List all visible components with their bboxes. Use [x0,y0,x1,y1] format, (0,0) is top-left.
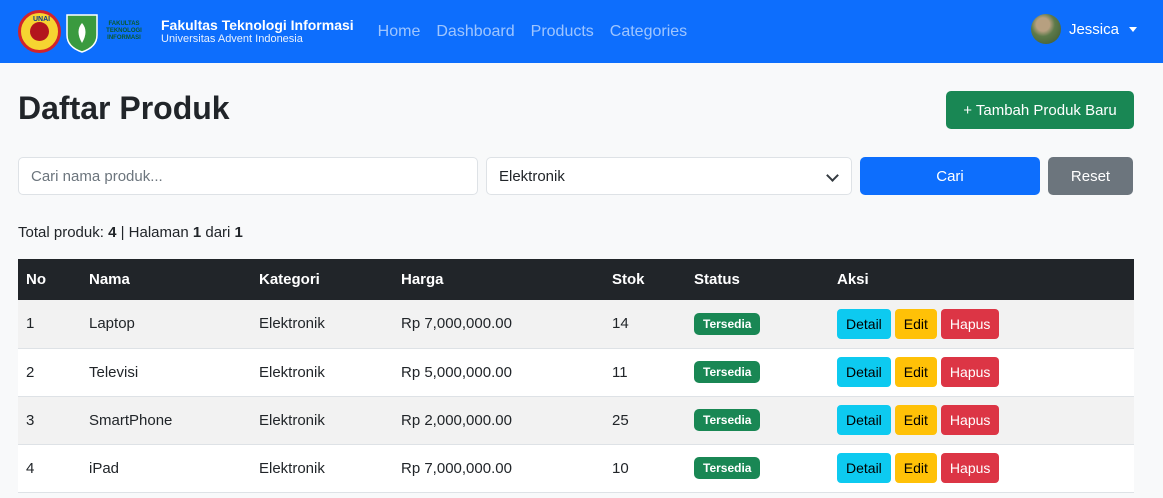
page-title: Daftar Produk [18,90,230,126]
logo1-text: UNAI [33,16,51,23]
chevron-down-icon [826,169,839,182]
cell-status: Tersedia [686,444,829,493]
delete-button[interactable]: Hapus [940,357,1000,387]
cell-stok: 11 [604,348,686,397]
fti-logo-text: FAKULTAS TEKNOLOGI INFORMASI [102,11,146,53]
category-select[interactable]: Elektronik [486,157,852,195]
cell-nama: Laptop [81,300,251,349]
cell-no: 4 [18,444,81,493]
user-name: Jessica [1068,20,1119,38]
fti-logo-line: INFORMASI [107,35,141,41]
header-stok: Stok [604,259,686,300]
cell-harga: Rp 5,000,000.00 [393,348,604,397]
cell-stok: 10 [604,444,686,493]
cell-kategori: Elektronik [251,348,393,397]
status-badge: Tersedia [694,361,761,383]
cell-status: Tersedia [686,300,829,349]
cell-aksi: Detail Edit Hapus [829,348,1134,397]
cell-aksi: Detail Edit Hapus [829,300,1134,349]
reset-button[interactable]: Reset [1048,157,1133,195]
delete-button[interactable]: Hapus [940,453,1000,483]
avatar [1030,14,1061,44]
fti-logo-icon[interactable] [65,11,99,53]
nav-link-products[interactable]: Products [531,23,594,41]
cell-kategori: Elektronik [251,444,393,493]
logo-emblem [30,22,49,41]
unai-logo[interactable]: UNAI [18,10,61,53]
brand-subtitle: Universitas Advent Indonesia [161,33,303,45]
total-count: 4 [108,224,117,241]
header-aksi: Aksi [829,259,1134,300]
fti-logo-line: FAKULTAS [108,21,140,27]
cell-no: 3 [18,396,81,445]
edit-button[interactable]: Edit [894,453,937,483]
add-product-button[interactable]: + Tambah Produk Baru [946,91,1134,129]
delete-button[interactable]: Hapus [940,405,1000,435]
caret-down-icon [1129,26,1137,32]
header-harga: Harga [393,259,604,300]
status-badge: Tersedia [694,409,761,431]
nav-link-dashboard[interactable]: Dashboard [436,23,514,41]
cell-nama: iPad [81,444,251,493]
cell-status: Tersedia [686,396,829,445]
table-row: 3 SmartPhone Elektronik Rp 2,000,000.00 … [18,396,1134,445]
header-status: Status [686,259,829,300]
header-nama: Nama [81,259,251,300]
cell-no: 1 [18,300,81,349]
page-label: | Halaman [120,224,189,241]
table-header: No Nama Kategori Harga Stok Status Aksi [18,259,1134,300]
cell-harga: Rp 7,000,000.00 [393,300,604,349]
cell-harga: Rp 7,000,000.00 [393,444,604,493]
cell-stok: 14 [604,300,686,349]
cell-aksi: Detail Edit Hapus [829,396,1134,445]
navbar: UNAI FAKULTAS TEKNOLOGI INFORMASI Fakult… [0,0,1163,63]
cell-nama: Televisi [81,348,251,397]
search-input[interactable] [18,157,478,195]
table-row: 2 Televisi Elektronik Rp 5,000,000.00 11… [18,348,1134,397]
delete-button[interactable]: Hapus [940,308,1000,339]
cell-kategori: Elektronik [251,300,393,349]
category-selected: Elektronik [499,167,565,185]
summary: Total produk: 4 | Halaman 1 dari 1 [18,224,243,241]
total-label: Total produk: [18,224,104,241]
nav-links: Home Dashboard Products Categories [378,23,703,41]
table-row: 1 Laptop Elektronik Rp 7,000,000.00 14 T… [18,300,1134,349]
nav-link-home[interactable]: Home [378,23,421,41]
detail-button[interactable]: Detail [837,308,891,339]
fti-logo-line: TEKNOLOGI [106,28,142,34]
cell-kategori: Elektronik [251,396,393,445]
edit-button[interactable]: Edit [894,405,937,435]
status-badge: Tersedia [694,457,761,479]
total-pages: 1 [234,224,243,241]
cell-no: 2 [18,348,81,397]
of-label: dari [205,224,231,241]
cell-harga: Rp 2,000,000.00 [393,396,604,445]
detail-button[interactable]: Detail [837,453,891,483]
cell-nama: SmartPhone [81,396,251,445]
cell-aksi: Detail Edit Hapus [829,444,1134,493]
current-page: 1 [192,224,202,241]
cell-status: Tersedia [686,348,829,397]
edit-button[interactable]: Edit [894,357,937,387]
user-menu[interactable]: Jessica [1030,14,1137,44]
table-row: 4 iPad Elektronik Rp 7,000,000.00 10 Ter… [18,444,1134,493]
status-badge: Tersedia [694,312,761,335]
header-kategori: Kategori [251,259,393,300]
cell-stok: 25 [604,396,686,445]
brand-title: Fakultas Teknologi Informasi [161,17,354,33]
header-no: No [18,259,81,300]
detail-button[interactable]: Detail [837,357,891,387]
brand[interactable]: Fakultas Teknologi Informasi Universitas… [161,17,354,46]
products-table: No Nama Kategori Harga Stok Status Aksi … [18,259,1134,493]
detail-button[interactable]: Detail [837,405,891,435]
edit-button[interactable]: Edit [894,308,937,339]
search-button[interactable]: Cari [860,157,1040,195]
nav-link-categories[interactable]: Categories [610,23,687,41]
